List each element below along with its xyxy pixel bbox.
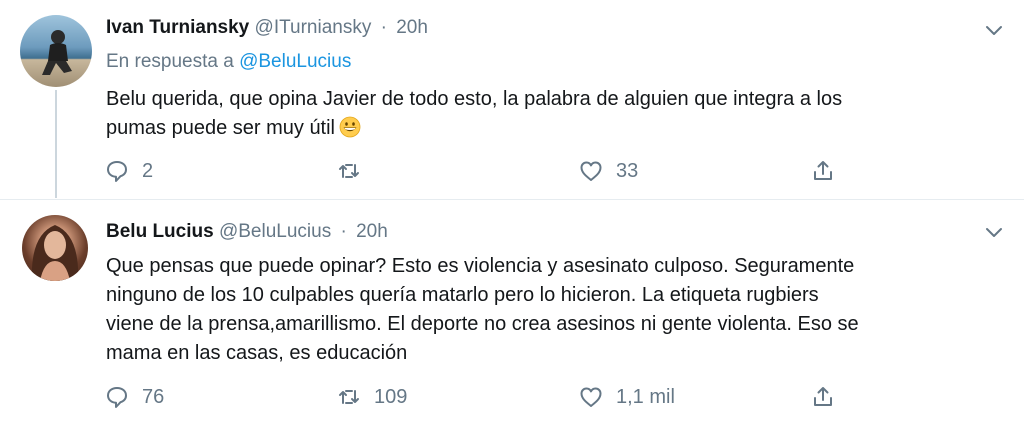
tweet-actions: 76 109 1,1 mil	[104, 382, 844, 412]
separator-dot: ·	[380, 17, 387, 38]
reply-prefix: En respuesta a	[106, 51, 234, 72]
speech-bubble-icon	[107, 387, 127, 408]
separator-dot: ·	[340, 221, 347, 242]
chevron-down-icon[interactable]	[984, 20, 1004, 40]
tweet-text: Belu querida, que opina Javier de todo e…	[106, 85, 996, 143]
like-button[interactable]: 33	[578, 156, 638, 186]
timestamp[interactable]: 20h	[356, 221, 388, 242]
like-count: 1,1 mil	[616, 385, 675, 408]
reply-context: En respuesta a @BeluLucius	[106, 50, 351, 74]
reply-button[interactable]: 76	[104, 382, 164, 412]
user-handle[interactable]: @ITurniansky	[255, 17, 372, 38]
retweet-arrows-icon	[339, 390, 359, 404]
like-button[interactable]: 1,1 mil	[578, 382, 675, 412]
display-name[interactable]: Ivan Turniansky	[106, 17, 249, 38]
reply-button[interactable]: 2	[104, 156, 153, 186]
avatar[interactable]	[22, 215, 88, 281]
tweet-text-content: Belu querida, que opina Javier de todo e…	[106, 88, 843, 139]
thread-line	[55, 90, 57, 198]
share-button[interactable]	[810, 156, 836, 186]
like-count: 33	[616, 159, 639, 182]
avatar[interactable]	[20, 15, 92, 87]
retweet-count: 109	[374, 385, 408, 408]
tweet-ivan[interactable]: Ivan Turniansky @ITurniansky · 20h En re…	[0, 0, 1024, 200]
tweet-belu[interactable]: Belu Lucius @BeluLucius · 20h Que pensas…	[0, 200, 1024, 438]
chevron-down-icon[interactable]	[984, 222, 1004, 242]
grinning-face-emoji	[339, 116, 361, 138]
reply-mention-link[interactable]: @BeluLucius	[239, 51, 351, 72]
retweet-button[interactable]: 109	[336, 382, 407, 412]
tweet-header: Belu Lucius @BeluLucius · 20h	[106, 220, 388, 244]
display-name[interactable]: Belu Lucius	[106, 221, 214, 242]
reply-count: 2	[142, 159, 154, 182]
share-button[interactable]	[810, 382, 836, 412]
tweet-actions: 2 33	[104, 156, 844, 186]
tweet-header: Ivan Turniansky @ITurniansky · 20h	[106, 16, 428, 40]
heart-icon	[580, 161, 602, 181]
share-upload-icon	[814, 387, 832, 406]
speech-bubble-icon	[107, 161, 127, 182]
share-upload-icon	[814, 161, 832, 180]
tweet-thread: Ivan Turniansky @ITurniansky · 20h En re…	[0, 0, 1024, 438]
tweet-text: Que pensas que puede opinar? Esto es vio…	[106, 255, 859, 364]
timestamp[interactable]: 20h	[396, 17, 428, 38]
reply-count: 76	[142, 385, 165, 408]
retweet-button[interactable]	[336, 156, 374, 186]
heart-icon	[580, 387, 602, 407]
retweet-arrows-icon	[339, 164, 359, 178]
user-handle[interactable]: @BeluLucius	[219, 221, 331, 242]
